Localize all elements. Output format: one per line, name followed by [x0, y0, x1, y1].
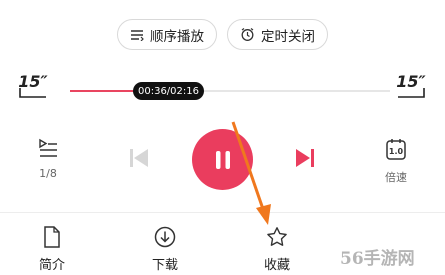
playlist-icon	[39, 138, 57, 157]
pause-icon	[215, 150, 230, 169]
playback-speed-button[interactable]: 1.0 倍速	[371, 137, 421, 185]
progress-track[interactable]	[70, 90, 390, 92]
sleep-timer-button[interactable]: 定时关闭	[227, 19, 328, 50]
speed-icon-text: 1.0	[389, 147, 404, 156]
document-icon	[22, 226, 82, 248]
skip-forward-15-button[interactable]: 15″	[396, 72, 426, 102]
play-order-label: 顺序播放	[150, 28, 204, 45]
speed-label: 倍速	[385, 171, 407, 184]
next-track-icon	[296, 149, 314, 167]
speed-icon: 1.0	[386, 139, 406, 160]
alarm-clock-icon	[240, 27, 255, 42]
favorite-label: 收藏	[263, 258, 290, 273]
download-label: 下载	[151, 258, 178, 273]
sleep-timer-label: 定时关闭	[261, 28, 315, 45]
previous-track-icon	[130, 149, 148, 167]
favorite-tab[interactable]: 收藏	[247, 226, 307, 273]
play-order-button[interactable]: 顺序播放	[117, 19, 217, 50]
intro-tab[interactable]: 简介	[22, 226, 82, 273]
progress-thumb-time[interactable]: 00:36/02:16	[133, 82, 204, 100]
playlist-position: 1/8	[39, 167, 57, 180]
previous-track-button[interactable]	[128, 147, 150, 173]
pause-button[interactable]	[192, 129, 253, 190]
download-icon	[135, 226, 195, 248]
list-order-icon	[130, 29, 144, 41]
intro-label: 简介	[38, 258, 65, 273]
next-track-button[interactable]	[294, 147, 316, 173]
skip-back-15-button[interactable]: 15″	[18, 72, 48, 102]
rewind-arc-icon	[19, 88, 46, 98]
star-icon	[247, 226, 307, 248]
download-tab[interactable]: 下载	[135, 226, 195, 273]
forward-arc-icon	[398, 88, 425, 98]
watermark-text: 56手游网	[340, 249, 415, 269]
playlist-button[interactable]: 1/8	[23, 137, 73, 180]
